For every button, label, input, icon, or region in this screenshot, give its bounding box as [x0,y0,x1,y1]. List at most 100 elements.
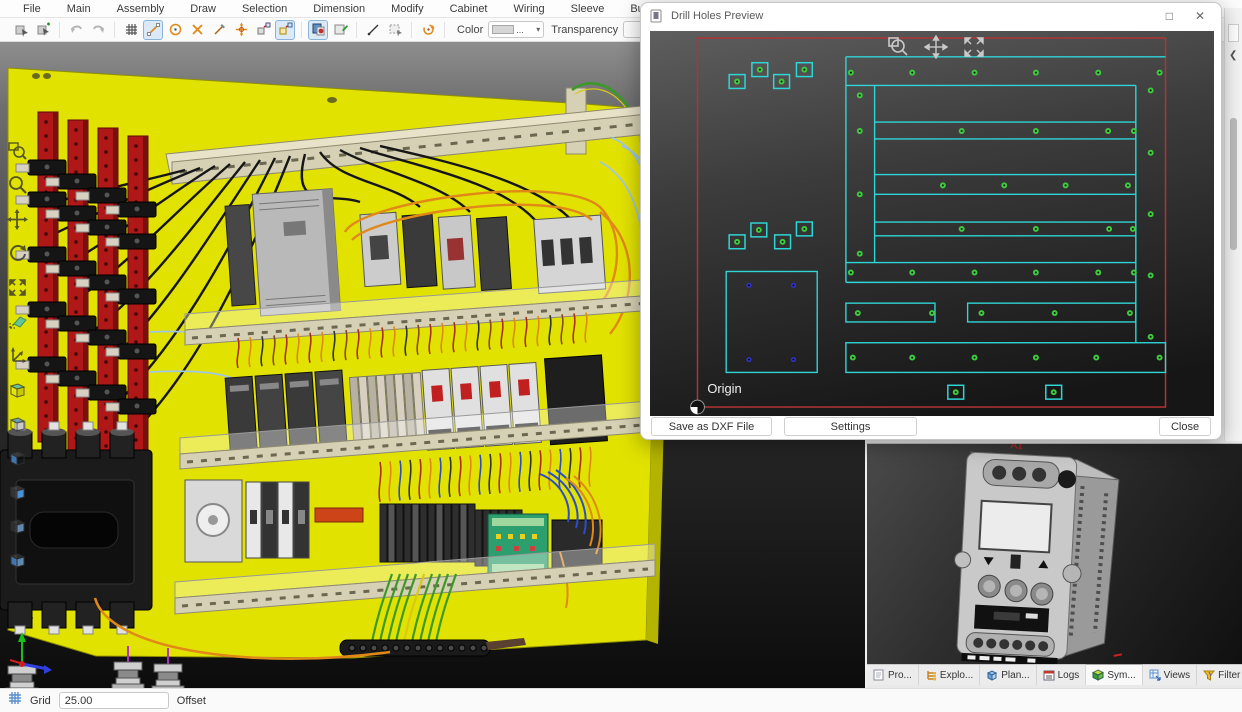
menu-item-sleeve[interactable]: Sleeve [558,3,618,15]
pan-icon[interactable] [5,208,29,231]
preview-fit-icon[interactable] [962,35,986,64]
bottom-tab-bar: Pro... Explo... Plan...LogsSym...ViewsFilt… [867,664,1242,685]
tab-explorer[interactable]: Explo... [919,665,980,685]
grid-label: Grid [30,695,51,707]
device-3d-render: A1 [867,444,1242,664]
panel-collapse-strip: ❮ [1224,8,1242,441]
paste-special-button[interactable] [308,20,328,40]
plan-icon [986,669,998,681]
cube-iso-icon[interactable] [5,548,29,571]
close-button[interactable]: Close [1159,417,1211,436]
draw-circle-button[interactable] [165,20,185,40]
draw-polyline-icon [212,22,227,37]
menu-item-wiring[interactable]: Wiring [501,3,558,15]
menu-item-assembly[interactable]: Assembly [104,3,178,15]
select-entity-button[interactable] [11,20,31,40]
measure-line-button[interactable] [363,20,383,40]
color-label: Color [457,24,483,36]
delete-entity-button[interactable] [187,20,207,40]
menu-item-main[interactable]: Main [54,3,104,15]
insert-point-a-button[interactable] [253,20,273,40]
menu-item-modify[interactable]: Modify [378,3,436,15]
menu-item-dimension[interactable]: Dimension [300,3,378,15]
dialog-title: Drill Holes Preview [671,10,763,22]
measure-line-icon [366,22,381,37]
draw-polyline-button[interactable] [209,20,229,40]
preview-pan-icon[interactable] [924,35,948,64]
maximize-button[interactable]: □ [1166,10,1173,22]
component-preview-3d[interactable]: A1 [867,443,1242,664]
box-select-button[interactable] [385,20,405,40]
dock-button[interactable] [1228,24,1239,42]
view-plane-icon[interactable] [5,310,29,333]
toolbar-separator [59,22,60,38]
tab-views[interactable]: Views [1143,665,1198,685]
views-icon [1149,669,1161,681]
tab-symbols[interactable]: Sym... [1086,664,1142,685]
settings-button[interactable]: Settings [784,417,917,436]
tab-label: Explo... [940,670,973,681]
redo-button[interactable] [88,20,108,40]
tab-filter[interactable]: Filter [1197,665,1242,685]
color-value: ... [516,25,524,35]
application-window: FileMainAssemblyDrawSelectionDimensionMo… [0,0,1242,712]
dialog-title-bar[interactable]: Drill Holes Preview □ ✕ [641,3,1221,29]
orbit-icon[interactable] [5,242,29,265]
menu-item-selection[interactable]: Selection [229,3,300,15]
save-dxf-button[interactable]: Save as DXF File [651,417,772,436]
edit-stamp-icon [333,22,348,37]
grid-size-input[interactable] [59,692,169,709]
rotate-view-button[interactable] [418,20,438,40]
tab-logs[interactable]: Logs [1037,665,1087,685]
draw-line-icon [146,22,161,37]
move-point-button[interactable] [231,20,251,40]
explorer-icon [925,669,937,681]
zoom-icon[interactable] [5,174,29,197]
insert-point-b-icon [278,22,293,37]
filter-icon [1203,669,1215,681]
collapse-chevron-icon[interactable]: ❮ [1229,50,1237,61]
cube-left-icon[interactable] [5,446,29,469]
select-add-button[interactable] [33,20,53,40]
cube-back-icon[interactable] [5,514,29,537]
dialog-icon [649,9,663,23]
cube-right-icon[interactable] [5,480,29,503]
grid-button[interactable] [121,20,141,40]
origin-label: Origin [707,381,741,396]
color-swatch [492,25,514,34]
toolbar-separator [301,22,302,38]
view-toolbar [5,140,29,571]
fit-view-icon[interactable] [5,276,29,299]
move-point-icon [234,22,249,37]
toolbar-separator [114,22,115,38]
rotate-view-icon [421,22,436,37]
edit-stamp-button[interactable] [330,20,350,40]
drill-holes-dialog: Drill Holes Preview □ ✕ Origin [640,2,1222,440]
draw-line-button[interactable] [143,20,163,40]
menu-item-cabinet[interactable]: Cabinet [437,3,501,15]
color-dropdown[interactable]: ...▾ [488,21,544,38]
tab-plan[interactable]: Plan... [980,665,1036,685]
cube-front-icon[interactable] [5,378,29,401]
menu-item-file[interactable]: File [10,3,54,15]
close-x-button[interactable]: ✕ [1195,10,1205,22]
draw-circle-icon [168,22,183,37]
undo-icon [69,22,84,37]
preview-zoom-icon[interactable] [886,35,910,64]
symbols-icon [1092,669,1104,681]
undo-button[interactable] [66,20,86,40]
tab-project[interactable]: Pro... [867,665,919,685]
transparency-label: Transparency [551,24,618,36]
menu-item-draw[interactable]: Draw [177,3,229,15]
status-bar: Grid Offset [0,688,1242,712]
cube-top-icon[interactable] [5,412,29,435]
insert-point-b-button[interactable] [275,20,295,40]
panel-scrollbar[interactable] [1230,118,1237,250]
dialog-footer: Save as DXF File Settings Close [641,414,1221,439]
box-select-icon [388,22,403,37]
drill-preview-canvas[interactable]: Origin [650,31,1214,416]
redo-icon [91,22,106,37]
grid-icon [8,691,22,710]
move-3d-icon[interactable] [5,344,29,367]
zoom-window-icon[interactable] [5,140,29,163]
